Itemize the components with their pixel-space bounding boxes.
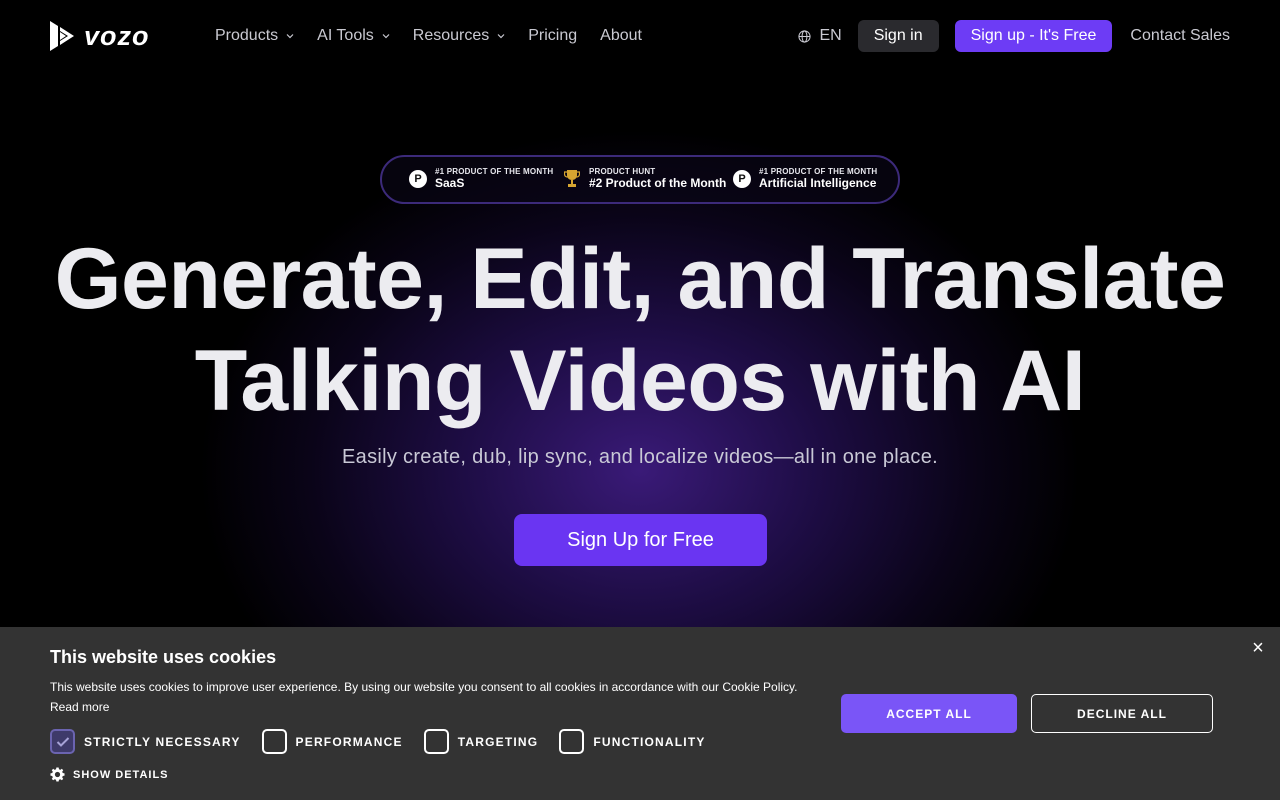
accept-all-button[interactable]: ACCEPT ALL [841, 694, 1017, 733]
awards-badge-strip: P #1 PRODUCT OF THE MONTH SaaS PRODUCT H… [380, 155, 900, 204]
checkbox-functionality[interactable]: FUNCTIONALITY [559, 729, 705, 754]
checkbox-box[interactable] [423, 729, 449, 754]
award-big-text: Artificial Intelligence [759, 176, 877, 190]
page: vozo Products AI Tools Resources Pricing… [0, 0, 1280, 800]
checkbox-performance[interactable]: PERFORMANCE [261, 729, 403, 754]
hero-headline-line2: Talking Videos with AI [194, 333, 1086, 429]
checkbox-box[interactable] [261, 729, 287, 754]
vozo-logo-icon [50, 21, 74, 51]
nav-item-label: Pricing [528, 27, 578, 44]
sign-in-button[interactable]: Sign in [857, 20, 939, 52]
product-hunt-icon: P [409, 170, 427, 188]
checkmark-icon [56, 736, 69, 747]
award-big-text: SaaS [435, 176, 465, 190]
hero-headline-line1: Generate, Edit, and Translate [54, 231, 1226, 327]
nav-item-ai-tools[interactable]: AI Tools [317, 26, 390, 46]
nav-item-about[interactable]: About [600, 26, 642, 46]
nav-item-label: About [600, 27, 642, 44]
checkbox-label: PERFORMANCE [295, 734, 403, 749]
award-saas[interactable]: P #1 PRODUCT OF THE MONTH SaaS [409, 167, 553, 191]
award-text: #1 PRODUCT OF THE MONTH Artificial Intel… [759, 167, 877, 191]
product-hunt-icon: P [733, 170, 751, 188]
nav-item-resources[interactable]: Resources [413, 26, 505, 46]
hero-headline: Generate, Edit, and Translate Talking Vi… [0, 228, 1280, 432]
read-more-link[interactable]: Read more [50, 700, 109, 714]
checkbox-label: TARGETING [457, 734, 539, 749]
language-selector[interactable]: EN [798, 27, 842, 45]
show-details-toggle[interactable]: SHOW DETAILS [50, 767, 169, 782]
chevron-down-icon [286, 34, 294, 39]
cookie-banner: This website uses cookies This website u… [0, 627, 1280, 800]
decline-all-button[interactable]: DECLINE ALL [1031, 694, 1213, 733]
show-details-label: SHOW DETAILS [73, 768, 169, 781]
cookie-description-text: This website uses cookies to improve use… [50, 680, 798, 694]
checkbox-label: STRICTLY NECESSARY [84, 734, 241, 749]
checkbox-box[interactable] [50, 729, 75, 754]
award-big-text: #2 Product of the Month [589, 176, 727, 190]
checkbox-box[interactable] [559, 729, 585, 754]
sign-up-button[interactable]: Sign up - It's Free [954, 20, 1113, 52]
language-label: EN [819, 27, 842, 44]
checkbox-label: FUNCTIONALITY [593, 734, 706, 749]
checkbox-targeting[interactable]: TARGETING [423, 729, 539, 754]
award-text: #1 PRODUCT OF THE MONTH SaaS [435, 167, 553, 191]
cookie-description: This website uses cookies to improve use… [50, 677, 810, 717]
cookie-categories: STRICTLY NECESSARY PERFORMANCE TARGETING… [50, 729, 727, 754]
chevron-down-icon [382, 34, 390, 39]
contact-sales-link[interactable]: Contact Sales [1130, 27, 1230, 45]
nav-item-label: AI Tools [317, 27, 374, 44]
trophy-icon [563, 168, 581, 190]
award-small-text: #1 PRODUCT OF THE MONTH [759, 167, 878, 176]
top-navigation: vozo Products AI Tools Resources Pricing… [0, 0, 1280, 72]
vozo-logo[interactable]: vozo [48, 20, 150, 52]
nav-item-pricing[interactable]: Pricing [528, 26, 577, 46]
award-small-text: #1 PRODUCT OF THE MONTH [435, 167, 554, 176]
globe-icon [798, 29, 812, 43]
close-icon[interactable]: × [1250, 638, 1266, 658]
hero-subheadline: Easily create, dub, lip sync, and locali… [342, 446, 938, 468]
award-artificial-intelligence[interactable]: P #1 PRODUCT OF THE MONTH Artificial Int… [733, 167, 877, 191]
gear-icon [50, 767, 65, 782]
sign-up-free-button[interactable]: Sign Up for Free [514, 514, 767, 566]
main-menu: Products AI Tools Resources Pricing Abou… [215, 26, 665, 46]
chevron-down-icon [497, 34, 505, 39]
nav-item-label: Products [215, 27, 279, 44]
nav-item-products[interactable]: Products [215, 26, 294, 46]
cookie-title: This website uses cookies [50, 647, 277, 667]
award-small-text: PRODUCT HUNT [589, 167, 656, 176]
logo-wordmark: vozo [84, 20, 150, 51]
nav-item-label: Resources [412, 27, 490, 44]
checkbox-strictly-necessary[interactable]: STRICTLY NECESSARY [50, 729, 241, 754]
award-text: PRODUCT HUNT #2 Product of the Month [589, 167, 726, 191]
nav-actions: EN Sign in Sign up - It's Free Contact S… [798, 20, 1230, 52]
award-product-hunt[interactable]: PRODUCT HUNT #2 Product of the Month [563, 167, 726, 191]
